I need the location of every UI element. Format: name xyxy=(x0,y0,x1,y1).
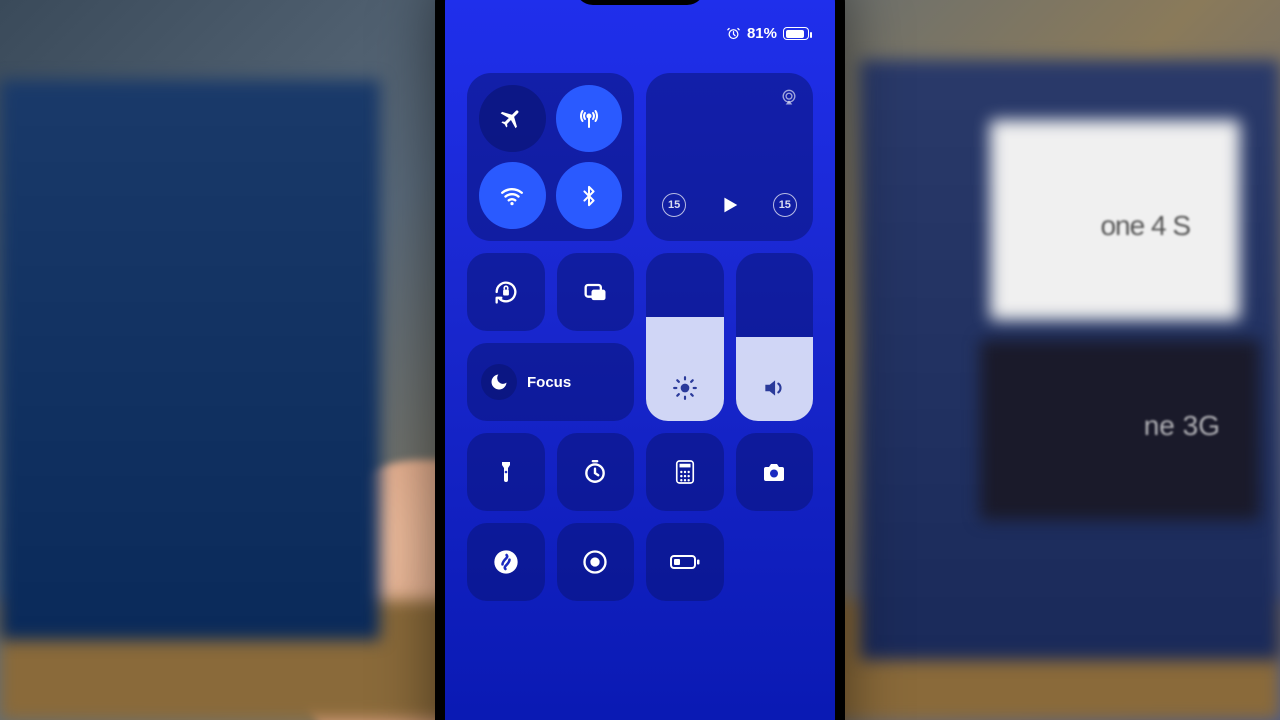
brightness-slider[interactable] xyxy=(646,253,724,421)
cellular-toggle[interactable] xyxy=(556,85,623,152)
focus-label: Focus xyxy=(527,374,571,391)
control-center: 15 15 xyxy=(467,73,813,601)
dynamic-island xyxy=(575,0,705,5)
phone-screen: 81% xyxy=(445,0,835,720)
speaker-icon xyxy=(761,375,787,401)
orientation-lock-toggle[interactable] xyxy=(467,253,545,331)
screen-mirroring-toggle[interactable] xyxy=(557,253,635,331)
play-button[interactable] xyxy=(718,194,740,216)
sun-icon xyxy=(672,375,698,401)
antenna-icon xyxy=(577,107,601,131)
calculator-icon xyxy=(674,459,696,485)
skip-back-button[interactable]: 15 xyxy=(662,193,686,217)
battery-low-icon xyxy=(669,552,701,572)
wifi-icon xyxy=(499,183,525,209)
media-controls-group: 15 15 xyxy=(646,73,813,241)
airplay-icon[interactable] xyxy=(779,87,799,107)
connectivity-group xyxy=(467,73,634,241)
skip-back-seconds: 15 xyxy=(668,199,680,211)
rotation-lock-icon xyxy=(492,278,520,306)
airplane-icon xyxy=(500,107,524,131)
phone-frame: 81% xyxy=(435,0,845,720)
flashlight-icon xyxy=(494,458,518,486)
camera-button[interactable] xyxy=(736,433,814,511)
timer-button[interactable] xyxy=(557,433,635,511)
battery-percent-label: 81% xyxy=(747,25,777,42)
focus-toggle[interactable]: Focus xyxy=(467,343,634,421)
bluetooth-icon xyxy=(578,185,600,207)
status-bar: 81% xyxy=(726,25,809,42)
bluetooth-toggle[interactable] xyxy=(556,162,623,229)
background-box-label-2: ne 3G xyxy=(1144,410,1220,442)
alarm-icon xyxy=(726,26,741,41)
flashlight-button[interactable] xyxy=(467,433,545,511)
record-icon xyxy=(581,548,609,576)
volume-slider[interactable] xyxy=(736,253,814,421)
moon-icon xyxy=(489,372,509,392)
background-box-label: one 4 S xyxy=(1100,210,1190,242)
airplane-mode-toggle[interactable] xyxy=(479,85,546,152)
battery-icon xyxy=(783,27,809,40)
wifi-toggle[interactable] xyxy=(479,162,546,229)
skip-forward-button[interactable]: 15 xyxy=(773,193,797,217)
calculator-button[interactable] xyxy=(646,433,724,511)
screen-record-button[interactable] xyxy=(557,523,635,601)
mirroring-icon xyxy=(581,278,609,306)
skip-forward-seconds: 15 xyxy=(779,199,791,211)
camera-icon xyxy=(760,460,788,484)
shazam-icon xyxy=(492,548,520,576)
low-power-button[interactable] xyxy=(646,523,724,601)
timer-icon xyxy=(582,459,608,485)
shazam-button[interactable] xyxy=(467,523,545,601)
